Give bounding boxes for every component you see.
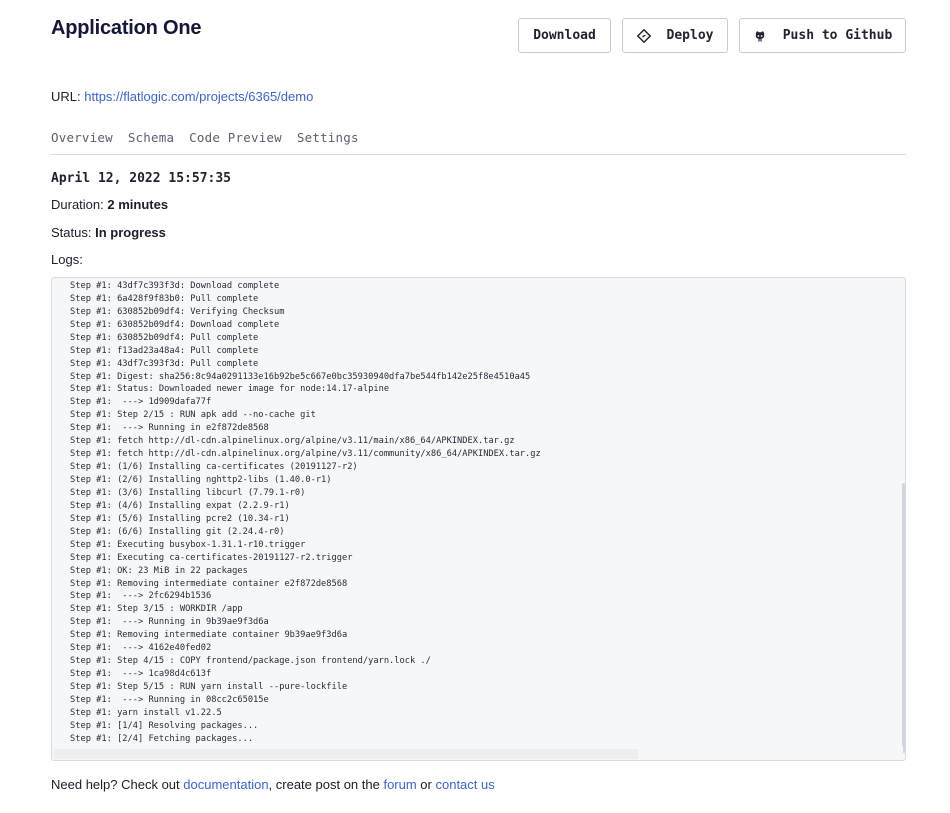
log-line: Step #1: (1/6) Installing ca-certificate…	[70, 462, 358, 473]
project-url-line: URL: https://flatlogic.com/projects/6365…	[51, 89, 313, 104]
log-line: Step #1: Executing ca-certificates-20191…	[70, 552, 353, 563]
log-line: Step #1: [1/4] Resolving packages...	[70, 720, 259, 731]
log-line: Step #1: fetch http://dl-cdn.alpinelinux…	[70, 449, 541, 460]
log-line: Step #1: fetch http://dl-cdn.alpinelinux…	[70, 436, 515, 447]
tab-overview[interactable]: Overview	[51, 130, 113, 154]
log-line: Step #1: (4/6) Installing expat (2.2.9-r…	[70, 500, 290, 511]
help-prefix: Need help? Check out	[51, 777, 184, 792]
deploy-diamond-icon	[636, 28, 651, 43]
contact-us-link[interactable]: contact us	[435, 777, 494, 792]
log-line: Step #1: 6a428f9f83b0: Pull complete	[70, 293, 259, 304]
logs-panel[interactable]: Step #1: 6a428f9f83b0: Download complete…	[51, 277, 906, 761]
log-line: Step #1: ---> Running in 9b39ae9f3d6a	[70, 617, 269, 628]
logs-output: Step #1: 6a428f9f83b0: Download complete…	[70, 278, 541, 746]
log-line: Step #1: ---> 4162e40fed02	[70, 643, 212, 654]
status-label: Status:	[51, 225, 92, 240]
log-line: Step #1: 43df7c393f3d: Download complete	[70, 280, 280, 291]
build-duration: Duration: 2 minutes	[51, 197, 168, 212]
log-line: Step #1: Removing intermediate container…	[70, 630, 348, 641]
tab-schema[interactable]: Schema	[128, 130, 174, 154]
log-line: Step #1: Step 2/15 : RUN apk add --no-ca…	[70, 410, 316, 421]
tab-settings[interactable]: Settings	[297, 130, 359, 154]
log-line: Step #1: 630852b09df4: Download complete	[70, 319, 280, 330]
log-line: Step #1: (3/6) Installing libcurl (7.79.…	[70, 487, 306, 498]
log-line: Step #1: ---> 1d909dafa77f	[70, 397, 212, 408]
log-line: Step #1: 630852b09df4: Pull complete	[70, 332, 259, 343]
duration-label: Duration:	[51, 197, 104, 212]
deploy-button[interactable]: Deploy	[622, 18, 728, 53]
documentation-link[interactable]: documentation	[183, 777, 268, 792]
url-label: URL:	[51, 89, 81, 104]
log-line: Step #1: Status: Downloaded newer image …	[70, 384, 390, 395]
log-line: Step #1: f13ad23a48a4: Pull complete	[70, 345, 259, 356]
page-title: Application One	[51, 17, 202, 39]
log-line: Step #1: yarn install v1.22.5	[70, 707, 222, 718]
log-line: Step #1: ---> Running in e2f872de8568	[70, 423, 269, 434]
log-line: Step #1: 43df7c393f3d: Pull complete	[70, 358, 259, 369]
push-to-github-button[interactable]: Push to Github	[739, 18, 906, 53]
logs-vertical-scroll-thumb[interactable]	[902, 483, 905, 753]
log-line: Step #1: OK: 23 MiB in 22 packages	[70, 565, 248, 576]
log-line: Step #1: (2/6) Installing nghttp2-libs (…	[70, 475, 332, 485]
log-line: Step #1: ---> Running in 08cc2c65015e	[70, 694, 269, 705]
help-middle: , create post on the	[268, 777, 384, 792]
log-line: Step #1: Executing busybox-1.31.1-r10.tr…	[70, 539, 306, 550]
log-line: Step #1: Step 4/15 : COPY frontend/packa…	[70, 656, 431, 667]
build-status: Status: In progress	[51, 225, 166, 240]
header-actions: Download Deploy Push to Github	[518, 18, 906, 53]
help-or: or	[416, 777, 436, 792]
log-line: Step #1: Removing intermediate container…	[70, 578, 348, 589]
project-url-link[interactable]: https://flatlogic.com/projects/6365/demo	[84, 89, 313, 104]
github-button-label: Push to Github	[782, 28, 893, 43]
log-line: Step #1: Step 3/15 : WORKDIR /app	[70, 604, 243, 615]
duration-value: 2 minutes	[107, 197, 169, 212]
github-icon	[753, 29, 767, 43]
log-line: Step #1: 630852b09df4: Verifying Checksu…	[70, 306, 285, 317]
log-line: Step #1: (5/6) Installing pcre2 (10.34-r…	[70, 513, 290, 524]
download-button-label: Download	[533, 28, 596, 43]
help-footer: Need help? Check out documentation, crea…	[51, 777, 495, 792]
log-line: Step #1: ---> 1ca98d4c613f	[70, 669, 212, 680]
logs-vertical-scrollbar[interactable]	[902, 278, 905, 760]
log-line: Step #1: Step 5/15 : RUN yarn install --…	[70, 682, 348, 692]
status-value: In progress	[95, 225, 166, 240]
logs-horizontal-scroll-thumb[interactable]	[54, 749, 638, 759]
log-line: Step #1: [2/4] Fetching packages...	[70, 733, 254, 744]
log-line: Step #1: (6/6) Installing git (2.24.4-r0…	[70, 526, 285, 537]
project-tabs: Overview Schema Code Preview Settings	[51, 130, 906, 155]
project-page: Application One Download Deploy Push to …	[51, 0, 906, 813]
build-date: April 12, 2022 15:57:35	[51, 171, 232, 186]
logs-label: Logs:	[51, 252, 83, 267]
tab-code-preview[interactable]: Code Preview	[189, 130, 282, 154]
log-line: Step #1: ---> 2fc6294b1536	[70, 591, 212, 602]
forum-link[interactable]: forum	[383, 777, 416, 792]
log-line: Step #1: Digest: sha256:8c94a0291133e16b…	[70, 371, 531, 382]
deploy-button-label: Deploy	[666, 28, 714, 43]
logs-horizontal-scrollbar[interactable]	[52, 746, 903, 760]
download-button[interactable]: Download	[518, 18, 611, 53]
